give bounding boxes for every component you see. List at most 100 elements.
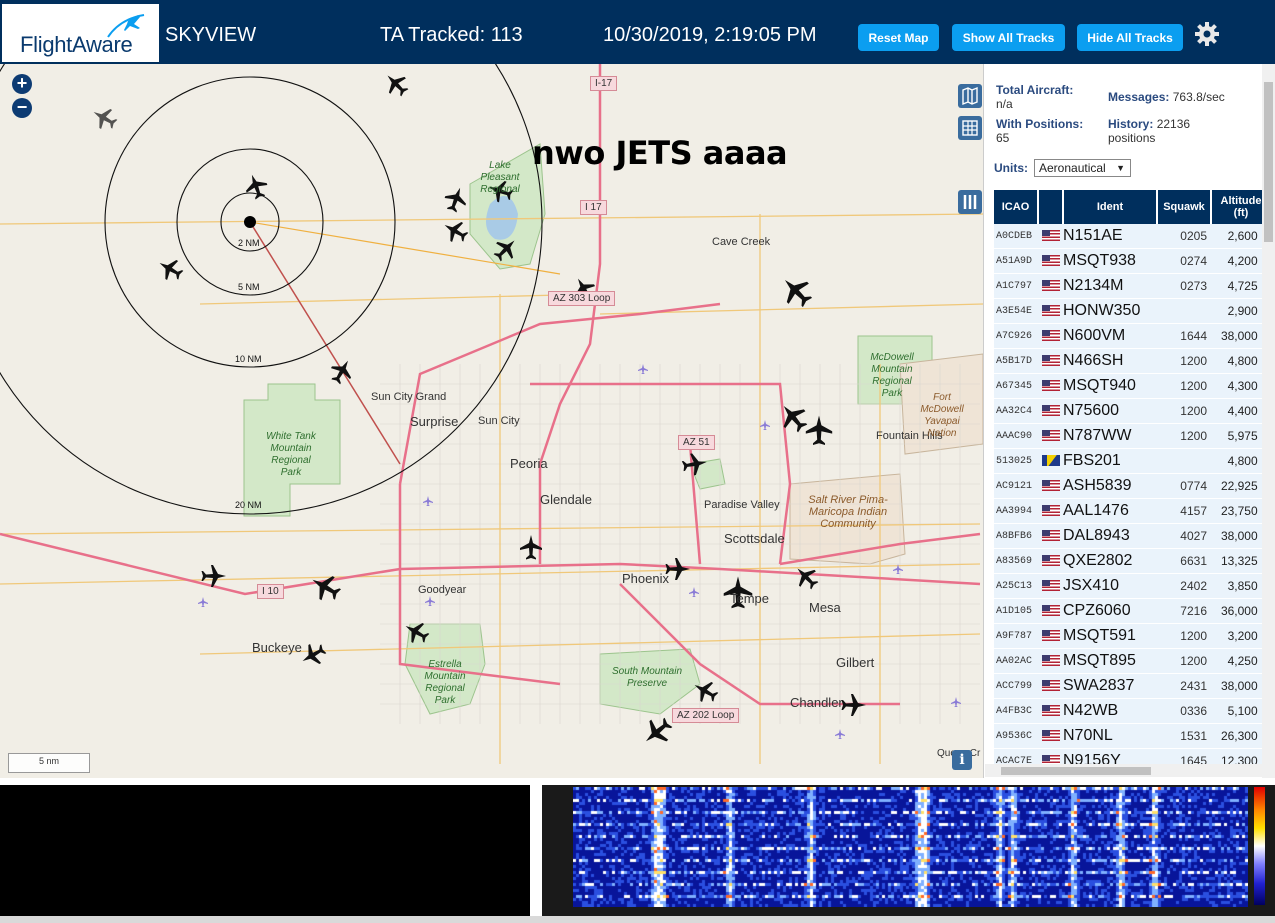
- country-flag-icon: [1041, 255, 1060, 267]
- table-row[interactable]: A9536CN70NL153126,300 ▲: [994, 723, 1271, 749]
- cell-ident: N787WW: [1063, 423, 1157, 449]
- table-row[interactable]: A51A9D MSQT938 0274 4,200: [994, 248, 1271, 274]
- units-select[interactable]: Aeronautical ▼: [1034, 159, 1131, 177]
- col-header-ident[interactable]: Ident: [1063, 190, 1158, 224]
- grid-toggle-button[interactable]: [958, 116, 982, 140]
- table-row[interactable]: AA02AC MSQT895 1200 4,250: [994, 648, 1271, 674]
- ta-tracked-count: TA Tracked: 113: [380, 24, 523, 46]
- table-row[interactable]: A3E54E HONW350 2,900: [994, 298, 1271, 324]
- country-flag-icon: [1041, 730, 1060, 742]
- scroll-thumb[interactable]: [1264, 82, 1273, 242]
- table-row[interactable]: AA32C4 N75600 1200 4,400: [994, 398, 1271, 424]
- col-header-squawk[interactable]: Squawk: [1157, 190, 1212, 224]
- dropdown-arrow-icon: ▼: [1116, 163, 1125, 173]
- col-header-flag[interactable]: [1038, 190, 1064, 224]
- table-row[interactable]: A9F787MSQT59112003,200 ▼: [994, 623, 1271, 649]
- cell-icao: A67345: [994, 373, 1038, 399]
- info-button[interactable]: i: [952, 750, 972, 770]
- map-layers-button[interactable]: [958, 84, 982, 108]
- total-aircraft-label: Total Aircraft:: [996, 83, 1074, 97]
- cell-squawk: 1200: [1157, 623, 1211, 649]
- window-bottom-strip: [0, 916, 1275, 923]
- cell-icao: A0CDEB: [994, 224, 1038, 249]
- cell-ident: MSQT940: [1063, 373, 1157, 399]
- table-row[interactable]: A1D105 CPZ6060 7216 36,000: [994, 598, 1271, 624]
- sidebar-horizontal-scrollbar[interactable]: [985, 764, 1262, 777]
- table-row[interactable]: 513025 FBS201 4,800: [994, 448, 1271, 474]
- map-scale-bar: 5 nm: [8, 753, 90, 773]
- ring-label-2nm: 2 NM: [238, 238, 260, 248]
- map-overlay-note: nwo JETS aaaa: [532, 134, 788, 172]
- cell-flag: [1038, 623, 1063, 649]
- city-label: Scottsdale: [724, 531, 785, 546]
- cell-squawk: 6631: [1157, 548, 1211, 574]
- cell-squawk: 1200: [1157, 398, 1211, 424]
- scroll-thumb[interactable]: [1001, 767, 1151, 775]
- table-row[interactable]: A7C926 N600VM 1644 38,000: [994, 323, 1271, 349]
- country-flag-icon: [1041, 380, 1060, 392]
- altitude-value: 22,925: [1220, 479, 1258, 493]
- cell-flag: [1038, 523, 1063, 549]
- table-row[interactable]: A25C13JSX41024023,850 ▼: [994, 573, 1271, 599]
- table-row[interactable]: ACC799 SWA2837 2431 38,000: [994, 673, 1271, 699]
- cell-squawk: 1200: [1157, 648, 1211, 674]
- with-positions-value: 65: [996, 131, 1010, 145]
- table-row[interactable]: AAAC90N787WW12005,975 ▲: [994, 423, 1271, 449]
- city-label: Surprise: [410, 414, 459, 429]
- cell-ident: CPZ6060: [1063, 598, 1157, 624]
- sidebar-vertical-scrollbar[interactable]: [1262, 64, 1275, 778]
- map-view[interactable]: 2 NM 5 NM 10 NM 20 NM Surprise Sun City …: [0, 64, 983, 778]
- table-row[interactable]: A83569QXE2802663113,325 ▼: [994, 548, 1271, 574]
- app-title: SKYVIEW: [165, 24, 257, 46]
- cell-flag: [1038, 648, 1063, 674]
- cell-ident: N42WB: [1063, 698, 1157, 724]
- flightaware-logo[interactable]: FlightAware: [2, 4, 159, 62]
- cell-ident: DAL8943: [1063, 523, 1157, 549]
- cell-icao: A4FB3C: [994, 698, 1038, 724]
- cell-squawk: 0336: [1157, 698, 1211, 724]
- cell-squawk: [1157, 448, 1211, 474]
- units-value: Aeronautical: [1039, 161, 1106, 175]
- table-row[interactable]: AA3994AAL1476415723,750 ▲: [994, 498, 1271, 524]
- park-label: Estrella Mountain Regional Park: [424, 659, 466, 706]
- cell-icao: A9536C: [994, 723, 1038, 749]
- col-header-icao[interactable]: ICAO: [994, 190, 1039, 224]
- gear-icon[interactable]: [1194, 21, 1220, 47]
- cell-squawk: 2431: [1157, 673, 1211, 699]
- cell-ident: N466SH: [1063, 348, 1157, 374]
- cell-flag: [1038, 573, 1063, 599]
- table-row[interactable]: A1C797N2134M02734,725 ▼: [994, 273, 1271, 299]
- reset-map-button[interactable]: Reset Map: [858, 24, 939, 51]
- country-flag-icon: [1041, 455, 1060, 467]
- country-flag-icon: [1041, 430, 1060, 442]
- cell-icao: A25C13: [994, 573, 1038, 599]
- table-row[interactable]: A67345 MSQT940 1200 4,300: [994, 373, 1271, 399]
- cell-squawk: [1157, 298, 1211, 324]
- altitude-value: 36,000: [1220, 604, 1258, 618]
- altitude-value: 2,600: [1227, 229, 1258, 243]
- table-row[interactable]: AC9121ASH5839077422,925 ▲: [994, 473, 1271, 499]
- zoom-in-button[interactable]: +: [12, 74, 32, 94]
- history-label: History:: [1108, 117, 1154, 131]
- cell-flag: [1038, 723, 1063, 749]
- cell-ident: JSX410: [1063, 573, 1157, 599]
- cell-icao: A83569: [994, 548, 1038, 574]
- altitude-value: 4,400: [1227, 404, 1258, 418]
- table-row[interactable]: A0CDEB N151AE 0205 2,600: [994, 224, 1271, 249]
- cell-flag: [1038, 423, 1063, 449]
- hide-all-tracks-button[interactable]: Hide All Tracks: [1077, 24, 1183, 51]
- table-row[interactable]: A5B17DN466SH12004,800 ▲: [994, 348, 1271, 374]
- table-row[interactable]: A4FB3CN42WB03365,100 ▼: [994, 698, 1271, 724]
- country-flag-icon: [1041, 705, 1060, 717]
- cell-ident: N600VM: [1063, 323, 1157, 349]
- table-row[interactable]: A8BFB6 DAL8943 4027 38,000: [994, 523, 1271, 549]
- road-shield: AZ 303 Loop: [548, 291, 616, 306]
- logo-text: FlightAware: [20, 32, 133, 57]
- cell-ident: ASH5839: [1063, 473, 1157, 499]
- city-label: Chandler: [790, 695, 843, 710]
- columns-toggle-button[interactable]: [958, 190, 982, 214]
- zoom-out-button[interactable]: −: [12, 98, 32, 118]
- show-all-tracks-button[interactable]: Show All Tracks: [952, 24, 1065, 51]
- ring-label-20nm: 20 NM: [235, 500, 262, 510]
- country-flag-icon: [1041, 605, 1060, 617]
